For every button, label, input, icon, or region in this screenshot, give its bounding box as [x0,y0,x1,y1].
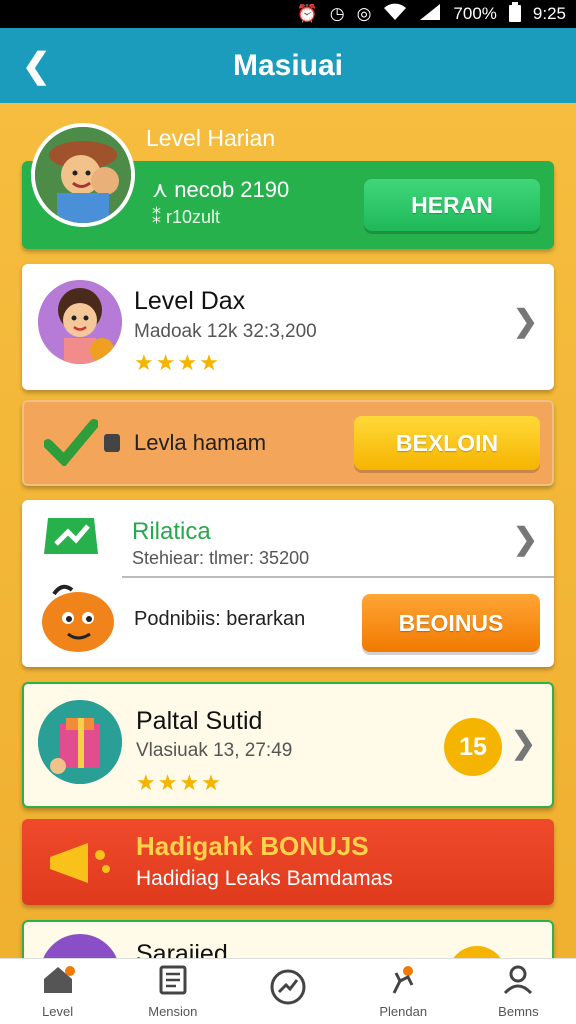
clock-time: 9:25 [532,4,566,23]
paltal-sutid-subtitle: Vlasiuak 13, 27:49 [136,740,293,761]
bottom-nav: Level Mension Plendan Bemns [0,958,576,1024]
chevron-right-icon[interactable]: ❯ [513,304,538,339]
partial-avatar [40,934,120,958]
profile-icon [502,965,534,1000]
level-harian-line1: ⋏ necob 2190 [152,177,290,202]
lock-icon [104,434,120,452]
beoinus-button[interactable]: BEOINUS [362,594,540,652]
nav-level-label: Level [42,1003,74,1019]
battery-percent: 700% [453,4,497,23]
rilatica-subtitle: Stehiear: tlmer: 35200 [132,548,310,568]
chevron-right-icon[interactable]: ❯ [511,726,536,761]
count-badge: 15 [444,718,502,776]
rilatica-title: Rilatica [132,518,211,545]
sync-icon: ◎ [356,4,372,23]
heran-button[interactable]: HERAN [364,179,540,231]
paltal-sutid-title: Paltal Sutid [136,707,263,735]
bonus-subtitle: Hadidiag Leaks Bamdamas [136,867,393,890]
back-icon[interactable]: ❮ [22,46,51,86]
rilatica-sub-label: Podnibiis: berarkan [134,608,306,630]
level-dax-card[interactable]: Level Dax Madoak 12k 32:3,200 ★★★★ ❯ [22,264,554,390]
girl-avatar [38,280,122,364]
saraiied-card[interactable]: Saraiied [22,920,554,958]
nav-plendan-label: Plendan [379,1003,428,1019]
signal-icon [419,3,441,26]
orange-bird-icon [38,580,118,659]
divider [122,576,554,578]
nav-bemns-label: Bemns [498,1003,539,1019]
megaphone-icon [44,837,114,894]
chevron-right-icon[interactable]: ❯ [513,522,538,557]
check-icon [43,418,99,471]
alarm-icon: ⏰ [296,4,318,23]
level-harian-card: Level Harian ⋏ necob 2190 ⁑ r10zult HERA… [0,103,576,253]
paltal-sutid-stars: ★★★★ [136,770,223,795]
partial-badge [448,946,506,958]
boy-avatar [31,123,135,227]
player-icon [386,965,420,1000]
rilatica-card[interactable]: Rilatica Stehiear: tlmer: 35200 ❯ Podnib… [22,500,554,667]
nav-mension-label: Mension [148,1003,198,1019]
level-dax-stars: ★★★★ [134,350,221,375]
nav-plendan[interactable]: Plendan [346,959,461,1024]
nav-level[interactable]: Level [0,959,115,1024]
bexloin-button[interactable]: BEXLOIN [354,416,540,470]
chart-up-icon [42,514,100,563]
level-harian-line2: ⁑ r10zult [152,207,221,227]
app-bar: ❮ Masiuai [0,28,576,103]
wifi-icon [383,3,407,26]
level-harian-title: Level Harian [146,125,276,151]
battery-icon [508,1,521,27]
bonus-title: Hadigahk BONUJS [136,831,369,861]
clock-icon: ◷ [329,4,345,23]
levla-hamam-label: Levla hamam [134,430,267,455]
nav-mension[interactable]: Mension [115,959,230,1024]
level-dax-title: Level Dax [134,287,246,315]
nav-stats[interactable] [230,959,345,1024]
level-dax-subtitle: Madoak 12k 32:3,200 [134,321,317,342]
paltal-sutid-card[interactable]: Paltal Sutid Vlasiuak 13, 27:49 ★★★★ 15 … [22,682,554,808]
nav-bemns[interactable]: Bemns [461,959,576,1024]
main-content[interactable]: Level Harian ⋏ necob 2190 ⁑ r10zult HERA… [0,103,576,958]
saraiied-title: Saraiied [136,940,228,958]
levla-hamam-card[interactable]: Levla hamam BEXLOIN [22,400,554,486]
status-bar: ⏰ ◷ ◎ 700% 9:25 [0,0,576,28]
bonus-banner[interactable]: Hadigahk BONUJS Hadidiag Leaks Bamdamas [22,819,554,905]
page-title: Masiuai [232,48,344,82]
trend-icon [269,968,307,1011]
gift-icon [38,700,122,784]
document-icon [158,965,188,1000]
home-icon [40,965,76,1000]
